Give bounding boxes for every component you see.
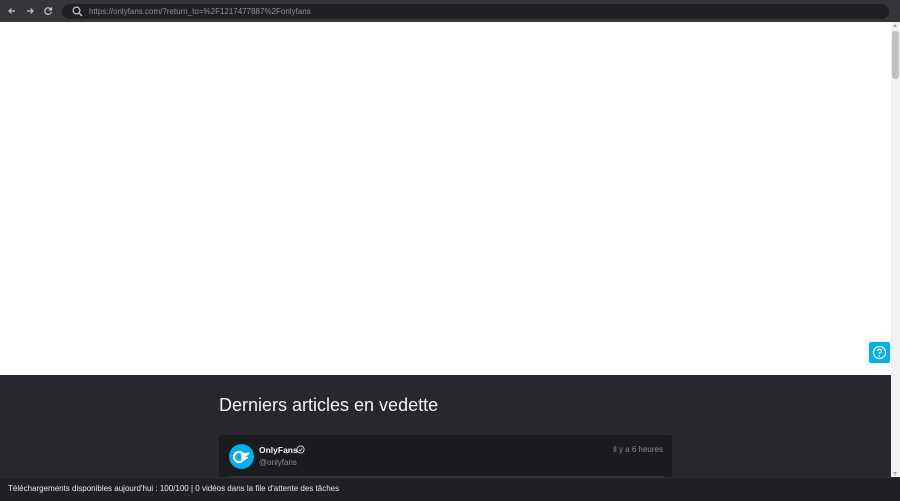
scroll-up-arrow[interactable] (893, 24, 897, 27)
browser-toolbar: https://onlyfans.com/?return_to=%2F12174… (0, 0, 900, 23)
reload-icon (44, 7, 53, 15)
address-bar-url: https://onlyfans.com/?return_to=%2F12174… (89, 7, 311, 16)
back-icon (8, 8, 15, 14)
search-icon (72, 6, 83, 17)
page-scrollbar[interactable] (891, 22, 900, 477)
blank-content-area (0, 22, 891, 375)
help-button[interactable] (869, 342, 890, 363)
address-bar[interactable]: https://onlyfans.com/?return_to=%2F12174… (62, 4, 889, 19)
avatar[interactable] (229, 444, 254, 469)
help-icon (872, 345, 887, 360)
verified-icon (296, 445, 305, 454)
onlyfans-logo-icon (232, 450, 250, 464)
featured-post-card[interactable]: OnlyFans @onlyfans il y a 6 heures (219, 435, 672, 477)
scroll-down-arrow[interactable] (893, 472, 897, 475)
section-title: Derniers articles en vedette (219, 395, 439, 415)
download-status-bar: Téléchargements disponibles aujourd'hui … (0, 477, 900, 501)
featured-articles-section: Derniers articles en vedette OnlyFans @o… (0, 375, 891, 477)
post-author-name[interactable]: OnlyFans (259, 445, 298, 455)
post-timestamp: il y a 6 heures (613, 445, 663, 454)
scrollbar-thumb[interactable] (892, 31, 899, 79)
download-status-text: Téléchargements disponibles aujourd'hui … (8, 484, 340, 493)
page-viewport: Derniers articles en vedette OnlyFans @o… (0, 22, 891, 477)
forward-icon (27, 8, 34, 14)
back-button[interactable] (4, 3, 20, 19)
post-author-handle[interactable]: @onlyfans (259, 458, 297, 467)
reload-button[interactable] (40, 3, 56, 19)
forward-button[interactable] (22, 3, 38, 19)
